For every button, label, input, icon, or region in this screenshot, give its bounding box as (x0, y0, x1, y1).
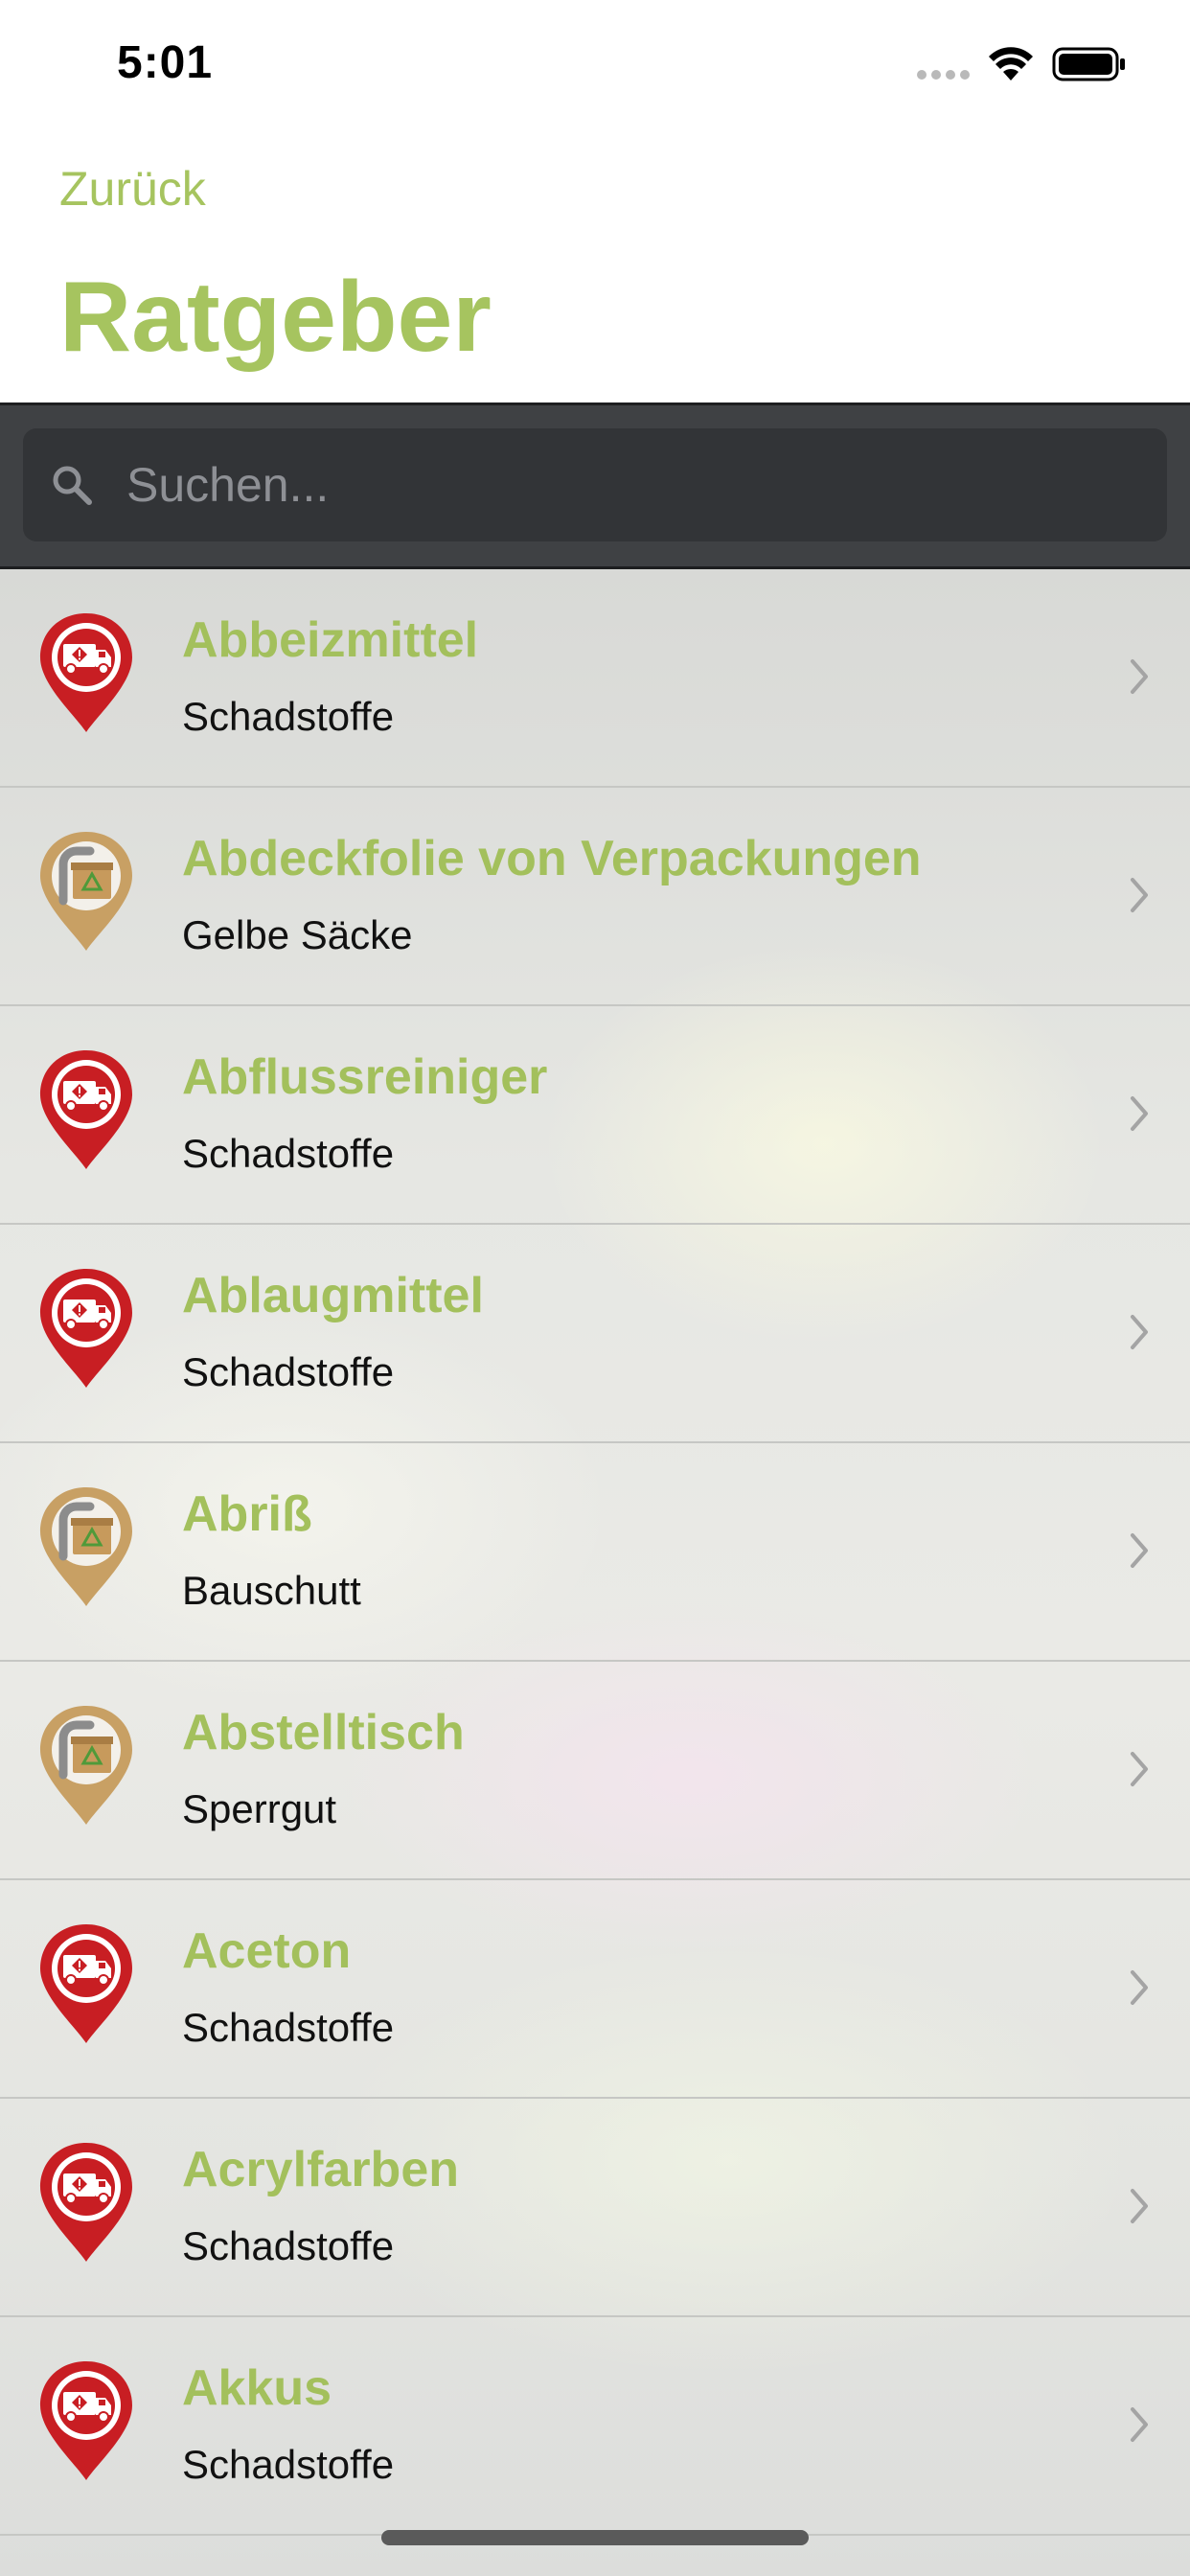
chevron-right-icon (1131, 878, 1148, 912)
search-input[interactable] (126, 428, 1142, 541)
item-category: Schadstoffe (182, 694, 395, 739)
chevron-right-icon (1131, 1533, 1148, 1568)
item-title: Abflussreiniger (182, 1049, 548, 1105)
wifi-icon (989, 47, 1033, 80)
list-item[interactable]: Akkus Schadstoffe (0, 2317, 1190, 2536)
waste-container-pin-icon (36, 830, 136, 953)
list-item[interactable]: Abriß Bauschutt (0, 1443, 1190, 1662)
cellular-signal-icon (917, 70, 970, 80)
hazard-truck-pin-icon (36, 1048, 136, 1171)
search-bar (0, 402, 1190, 569)
hazard-truck-pin-icon (36, 2141, 136, 2264)
chevron-right-icon (1131, 1315, 1148, 1349)
battery-icon (1052, 47, 1125, 81)
item-title: Abbeizmittel (182, 612, 479, 668)
item-category: Schadstoffe (182, 1349, 395, 1394)
back-button[interactable]: Zurück (59, 161, 206, 217)
chevron-right-icon (1131, 2407, 1148, 2442)
list-item[interactable]: Abdeckfolie von Verpackungen Gelbe Säcke (0, 788, 1190, 1006)
home-indicator[interactable] (381, 2530, 809, 2545)
item-title: Ablaugmittel (182, 1268, 484, 1323)
status-bar: 5:01 (0, 0, 1190, 126)
hazard-truck-pin-icon (36, 2359, 136, 2482)
hazard-truck-pin-icon (36, 1267, 136, 1390)
list-item[interactable]: Acrylfarben Schadstoffe (0, 2099, 1190, 2317)
search-box[interactable] (23, 428, 1167, 541)
chevron-right-icon (1131, 1752, 1148, 1786)
list-item[interactable]: Ablaugmittel Schadstoffe (0, 1225, 1190, 1443)
item-title: Akkus (182, 2360, 332, 2416)
chevron-right-icon (1131, 1970, 1148, 2005)
item-title: Acrylfarben (182, 2142, 459, 2197)
search-icon (53, 466, 92, 505)
item-title: Abstelltisch (182, 1705, 465, 1760)
navigation-header: Zurück Ratgeber (0, 126, 1190, 402)
guide-list: Abbeizmittel Schadstoffe Abdeckfolie von… (0, 569, 1190, 2576)
waste-container-pin-icon (36, 1704, 136, 1827)
item-title: Aceton (182, 1923, 352, 1979)
item-title: Abriß (182, 1486, 312, 1542)
item-category: Schadstoffe (182, 2442, 395, 2487)
item-category: Schadstoffe (182, 1131, 395, 1176)
item-category: Bauschutt (182, 1568, 361, 1613)
item-title: Abdeckfolie von Verpackungen (182, 831, 922, 886)
status-time: 5:01 (117, 37, 214, 88)
item-category: Schadstoffe (182, 2223, 395, 2268)
chevron-right-icon (1131, 1096, 1148, 1131)
hazard-truck-pin-icon (36, 1922, 136, 2045)
hazard-truck-pin-icon (36, 611, 136, 734)
list-item[interactable]: Aceton Schadstoffe (0, 1880, 1190, 2099)
page-title: Ratgeber (59, 262, 492, 373)
chevron-right-icon (1131, 2189, 1148, 2223)
chevron-right-icon (1131, 659, 1148, 694)
item-category: Gelbe Säcke (182, 912, 413, 957)
item-category: Sperrgut (182, 1786, 337, 1831)
waste-container-pin-icon (36, 1485, 136, 1608)
item-category: Schadstoffe (182, 2005, 395, 2050)
list-item[interactable]: Abbeizmittel Schadstoffe (0, 569, 1190, 788)
list-item[interactable]: Abflussreiniger Schadstoffe (0, 1006, 1190, 1225)
list-item[interactable]: Abstelltisch Sperrgut (0, 1662, 1190, 1880)
